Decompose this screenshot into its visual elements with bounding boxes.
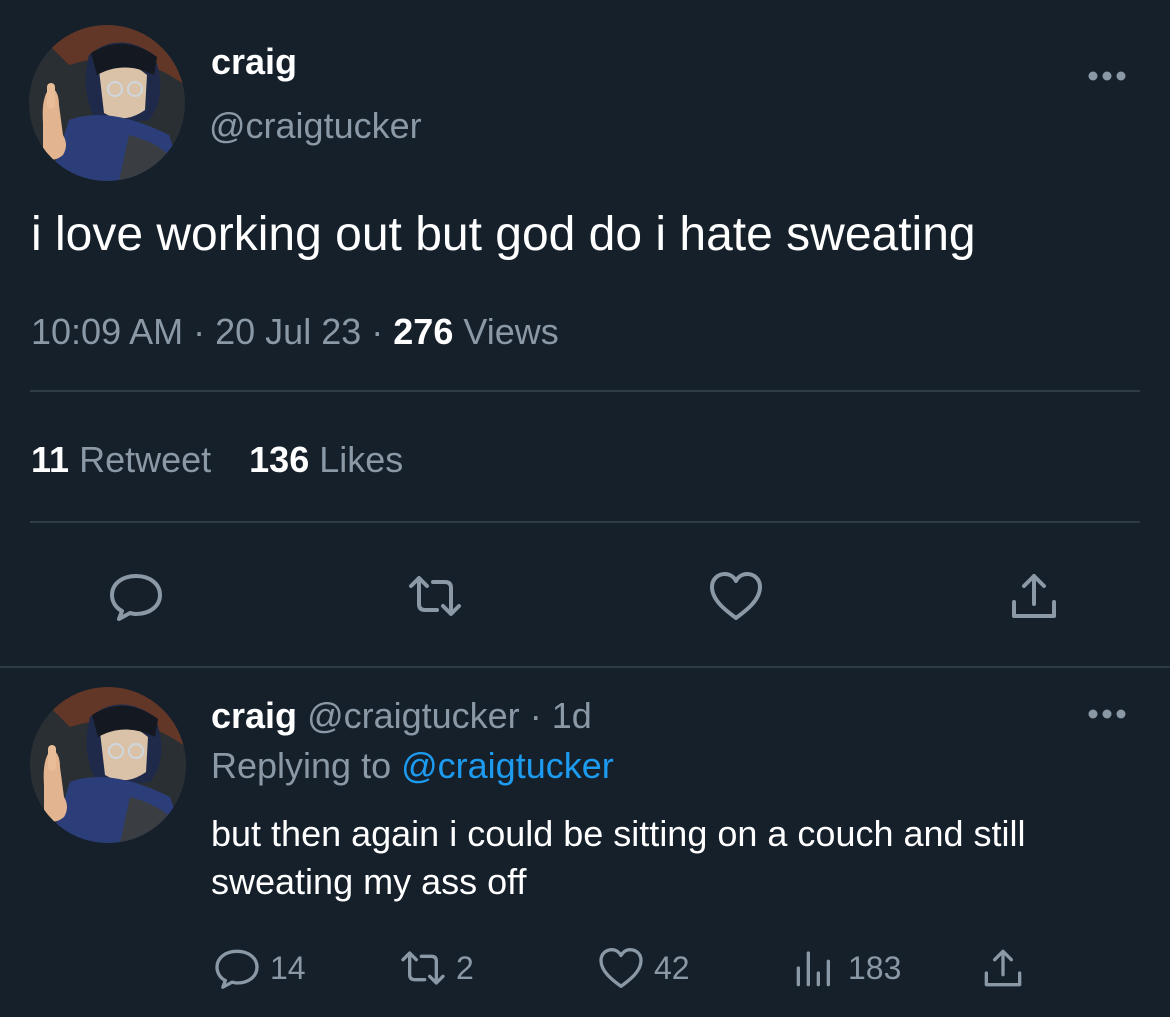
retweet-button[interactable]: 2 — [398, 940, 474, 996]
retweet-label: Retweet — [79, 439, 212, 480]
tweet-time[interactable]: 10:09 AM — [31, 311, 183, 352]
retweet-icon — [409, 576, 461, 616]
tweet-date[interactable]: 20 Jul 23 — [215, 311, 361, 352]
views-button[interactable]: 183 — [790, 940, 901, 996]
retweet-icon — [401, 951, 445, 985]
retweet-stat[interactable]: 11 Retweet — [31, 439, 211, 480]
main-tweet-display-name[interactable]: craig — [211, 42, 297, 82]
reply-display-name[interactable]: craig — [211, 695, 297, 736]
main-tweet-text: i love working out but god do i hate swe… — [31, 208, 976, 261]
replying-prefix: Replying to — [211, 745, 392, 786]
main-tweet-handle[interactable]: @craigtucker — [209, 106, 422, 146]
heart-icon — [599, 948, 643, 988]
views-bars-icon — [796, 951, 830, 987]
reply-tweet-text: but then again i could be sitting on a c… — [211, 813, 1026, 902]
retweet-count: 11 — [31, 439, 70, 480]
like-button[interactable]: 42 — [596, 940, 690, 996]
like-count: 42 — [654, 949, 690, 986]
more-dots-icon[interactable] — [1087, 707, 1127, 726]
like-button[interactable] — [706, 566, 766, 631]
view-count: 183 — [848, 949, 902, 986]
reply-bubble-icon — [110, 574, 162, 621]
retweet-count: 2 — [456, 949, 474, 986]
views-label[interactable]: Views — [463, 311, 558, 352]
reply-count: 14 — [270, 949, 306, 986]
share-button[interactable] — [1004, 566, 1064, 631]
share-icon — [984, 949, 1022, 987]
reply-age[interactable]: 1d — [552, 695, 592, 736]
share-button[interactable] — [978, 940, 1036, 996]
share-icon — [1012, 574, 1056, 618]
views-count[interactable]: 276 — [393, 311, 453, 352]
main-tweet-meta: 10:09 AM · 20 Jul 23 · 276 Views — [31, 310, 559, 354]
reply-button[interactable] — [106, 566, 166, 631]
meta-separator: · — [193, 311, 206, 352]
likes-count: 136 — [249, 439, 310, 480]
reply-handle[interactable]: @craigtucker — [307, 695, 520, 736]
reply-tweet-avatar[interactable] — [30, 687, 186, 843]
likes-stat[interactable]: 136 Likes — [249, 439, 403, 480]
reply-button[interactable]: 14 — [212, 940, 306, 996]
reply-bubble-icon — [215, 949, 259, 989]
meta-separator: · — [529, 695, 542, 736]
meta-separator: · — [371, 311, 384, 352]
divider — [30, 521, 1140, 523]
main-tweet-stats: 11 Retweet 136 Likes — [31, 438, 403, 482]
main-tweet-avatar[interactable] — [29, 25, 185, 181]
replying-to-line: Replying to @craigtucker — [211, 744, 614, 788]
heart-icon — [710, 572, 762, 620]
replying-mention-link[interactable]: @craigtucker — [401, 745, 614, 786]
more-dots-icon[interactable] — [1087, 69, 1127, 88]
likes-label: Likes — [319, 439, 404, 480]
divider — [30, 390, 1140, 392]
section-divider — [0, 666, 1170, 668]
retweet-button[interactable] — [405, 566, 465, 631]
reply-tweet-header: craig @craigtucker · 1d — [211, 694, 592, 738]
